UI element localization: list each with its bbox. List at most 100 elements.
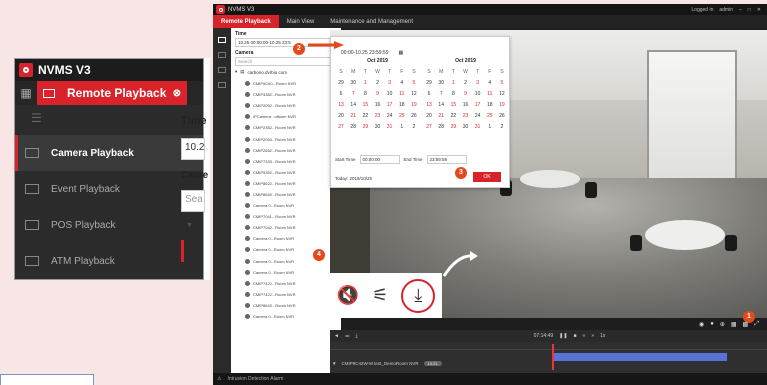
calendar-day[interactable]: 10: [472, 91, 484, 97]
calendar-day[interactable]: 10: [384, 91, 396, 97]
calendar-day[interactable]: 24: [472, 113, 484, 119]
stop-icon[interactable]: ■: [574, 333, 577, 339]
camera-list-item[interactable]: CMIP2053...Room NVR: [245, 133, 341, 144]
calendar-day[interactable]: 23: [371, 113, 383, 119]
calendar-day[interactable]: 1: [359, 80, 371, 86]
camera-list-item[interactable]: CMIP7041...Room NVR: [245, 211, 341, 222]
speed-icon[interactable]: 1x: [600, 333, 605, 339]
calendar-day[interactable]: 26: [408, 113, 420, 119]
tab-remote-playback[interactable]: Remote Playback ⊗: [37, 81, 187, 105]
maximize-icon[interactable]: □: [748, 7, 751, 13]
fullscreen-icon[interactable]: ⤢: [754, 321, 759, 328]
layout-icon[interactable]: ▦: [731, 321, 737, 328]
mute-icon[interactable]: 🔇: [337, 285, 359, 306]
camera-list-item[interactable]: CMIP9C60...Room NVR: [245, 78, 341, 89]
calendar-day[interactable]: 22: [447, 113, 459, 119]
calendar-day[interactable]: 1: [447, 80, 459, 86]
calendar-day[interactable]: 30: [347, 80, 359, 86]
calendar-day[interactable]: 22: [359, 113, 371, 119]
calendar-day[interactable]: 29: [447, 124, 459, 130]
adjust-icon[interactable]: ⚟: [372, 285, 388, 306]
calendar-day[interactable]: 6: [423, 91, 435, 97]
rewind-icon[interactable]: «: [583, 333, 586, 339]
calendar-day[interactable]: 29: [335, 80, 347, 86]
calendar-day[interactable]: 18: [484, 102, 496, 108]
playhead[interactable]: [552, 344, 554, 370]
download-small-icon[interactable]: ⤓: [355, 333, 357, 339]
calendar-day[interactable]: 25: [396, 113, 408, 119]
calendar-day[interactable]: 12: [496, 91, 508, 97]
zoom-icon[interactable]: ⊕: [720, 321, 725, 328]
calendar-day[interactable]: 3: [472, 80, 484, 86]
calendar-day[interactable]: 23: [459, 113, 471, 119]
calendar-day[interactable]: 1: [484, 124, 496, 130]
timeline[interactable]: ▼ CMIP9C42W-M test_DemoRoom NVR 10:21: [330, 342, 767, 373]
pause-icon[interactable]: ❚❚: [559, 333, 567, 339]
tab-maintenance[interactable]: Maintenance and Management: [322, 15, 421, 28]
tree-root[interactable]: ▾ ▤ carbono.dvrbio.com: [231, 66, 341, 78]
calendar-day[interactable]: 20: [423, 113, 435, 119]
calendar-day[interactable]: 12: [408, 91, 420, 97]
calendar-day[interactable]: 14: [435, 102, 447, 108]
fast-forward-icon[interactable]: »: [591, 333, 594, 339]
speaker-icon[interactable]: ◄: [334, 333, 339, 339]
calendar-day[interactable]: 2: [408, 124, 420, 130]
calendar-day[interactable]: 2: [496, 124, 508, 130]
calendar-day[interactable]: 13: [335, 102, 347, 108]
camera-list-item[interactable]: Camera 0...Room NVR: [245, 244, 341, 255]
end-time-input[interactable]: 23:59:59: [426, 155, 467, 164]
zoom-time-input[interactable]: 10.2: [181, 138, 205, 160]
camera-list-item[interactable]: CMIP2352...Room NVR: [245, 122, 341, 133]
camera-list-item[interactable]: CMIP7422...Room NVR: [245, 278, 341, 289]
camera-list-item[interactable]: CMIP2652...Room NVR: [245, 145, 341, 156]
calendar-day[interactable]: 4: [396, 80, 408, 86]
calendar-day[interactable]: 16: [371, 102, 383, 108]
calendar-day[interactable]: 2: [459, 80, 471, 86]
nav-atm-playback[interactable]: ATM Playback: [15, 243, 203, 279]
nav-pos-playback[interactable]: POS Playback: [15, 207, 203, 243]
collapse-icon[interactable]: ▾: [235, 69, 237, 75]
calendar-day[interactable]: 4: [484, 80, 496, 86]
record-icon[interactable]: ●: [710, 321, 714, 327]
calendar-day[interactable]: 7: [347, 91, 359, 97]
nav-camera-playback[interactable]: Camera Playback: [15, 135, 203, 171]
calendar-day[interactable]: 30: [459, 124, 471, 130]
camera-playback-icon[interactable]: [218, 37, 226, 43]
calendar-day[interactable]: 7: [435, 91, 447, 97]
calendar-day[interactable]: 30: [435, 80, 447, 86]
calendar-day[interactable]: 14: [347, 102, 359, 108]
calendar-day[interactable]: 2: [371, 80, 383, 86]
calendar-icon[interactable]: ▦: [399, 50, 404, 56]
camera-list-item[interactable]: CMIP8640...Room NVR: [245, 189, 341, 200]
camera-list-item[interactable]: CMIP3382...Room NVR: [245, 89, 341, 100]
calendar-day[interactable]: 1: [396, 124, 408, 130]
calendar-day[interactable]: 5: [408, 80, 420, 86]
atm-playback-icon[interactable]: [218, 82, 226, 88]
calendar-day[interactable]: 20: [335, 113, 347, 119]
calendar-day[interactable]: 8: [359, 91, 371, 97]
calendar-day[interactable]: 16: [459, 102, 471, 108]
calendar-day[interactable]: 17: [384, 102, 396, 108]
camera-list-item[interactable]: Camera 0...Room NVR: [245, 311, 341, 322]
camera-list-item[interactable]: Camera 0...Room NVR: [245, 256, 341, 267]
camera-list-item[interactable]: CMIP7333...Room NVR: [245, 156, 341, 167]
camera-list-item[interactable]: IPCamera...offoom NVR: [245, 111, 341, 122]
camera-list-item[interactable]: CMIP2052...Room NVR: [245, 100, 341, 111]
tab-remote-playback[interactable]: Remote Playback: [213, 15, 279, 28]
calendar-day[interactable]: 24: [384, 113, 396, 119]
hamburger-menu-icon[interactable]: ☰: [15, 105, 203, 135]
calendar-day[interactable]: 27: [423, 124, 435, 130]
calendar-day[interactable]: 19: [496, 102, 508, 108]
calendar-day[interactable]: 27: [335, 124, 347, 130]
zoom-search-input[interactable]: Sea: [181, 190, 205, 212]
download-icon[interactable]: ⤓: [401, 278, 436, 313]
camera-list-item[interactable]: Camera 0...Room NVR: [245, 233, 341, 244]
calendar-day[interactable]: 30: [371, 124, 383, 130]
camera-list-item[interactable]: CMIP7422...Room NVR: [245, 289, 341, 300]
grid-menu-icon[interactable]: ▦: [15, 86, 37, 100]
calendar-day[interactable]: 15: [359, 102, 371, 108]
calendar-day[interactable]: 9: [371, 91, 383, 97]
calendar-day[interactable]: 26: [496, 113, 508, 119]
camera-snapshot-icon[interactable]: ◉: [699, 321, 704, 328]
calendar-grid-left[interactable]: S M T W T F S 29 30 1 2 3 4 5 6 7 8 9 10 11 12 13 14 15 16 17 18 19…: [335, 69, 420, 130]
